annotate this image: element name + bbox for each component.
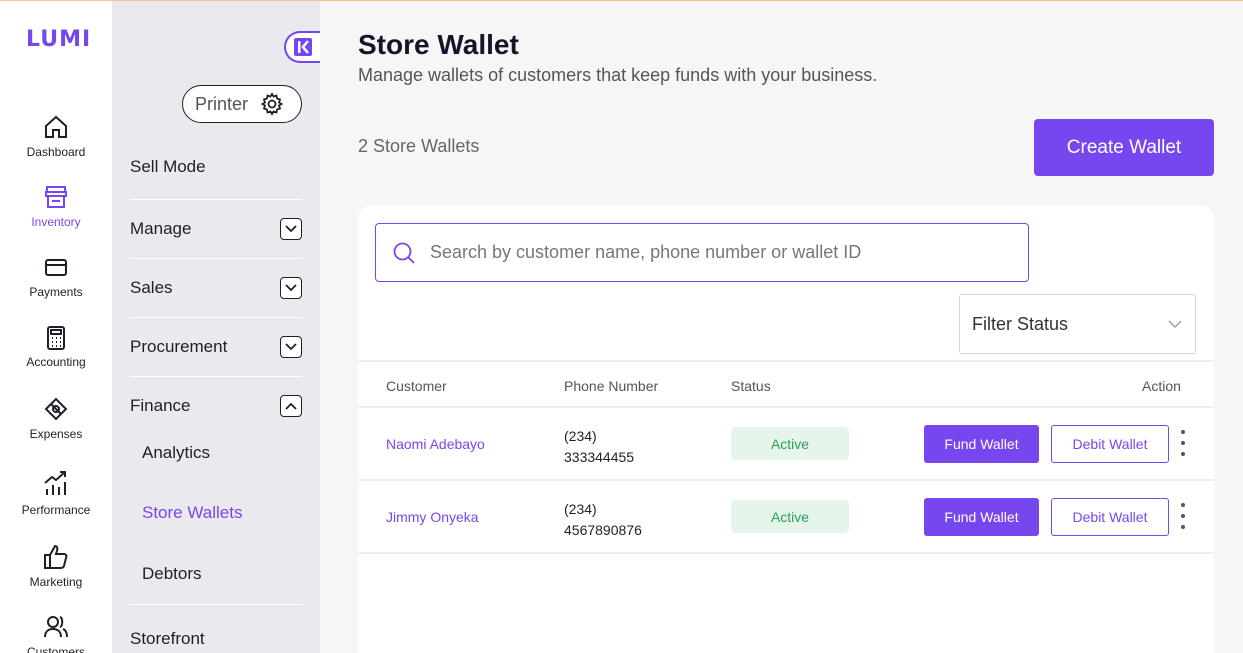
chevron-down-icon[interactable] bbox=[280, 336, 302, 358]
chart-up-icon bbox=[44, 471, 66, 495]
more-options-icon[interactable] bbox=[1176, 428, 1190, 458]
rail-item-performance[interactable]: Performance bbox=[0, 469, 112, 517]
rail-label: Performance bbox=[21, 503, 91, 517]
chevron-up-icon[interactable] bbox=[280, 395, 302, 417]
rail-item-inventory[interactable]: Inventory bbox=[0, 183, 112, 229]
phone-number: (234) 333344455 bbox=[564, 426, 634, 468]
calculator-icon bbox=[47, 326, 65, 350]
thumbs-up-icon bbox=[44, 544, 68, 569]
table-header: Customer Phone Number Status Action bbox=[358, 360, 1214, 408]
search-icon bbox=[393, 242, 415, 264]
rail-item-payments[interactable]: Payments bbox=[0, 255, 112, 299]
rail-item-marketing[interactable]: Marketing bbox=[0, 543, 112, 589]
column-header: Customer bbox=[386, 378, 447, 394]
sidebar-section-procurement[interactable]: Procurement bbox=[130, 317, 302, 376]
rail-item-customers[interactable]: Customers bbox=[0, 613, 112, 653]
sidebar-section-storefront[interactable]: Storefront bbox=[130, 629, 205, 649]
page-title: Store Wallet bbox=[358, 29, 519, 60]
section-label: Manage bbox=[130, 219, 192, 238]
store-icon bbox=[45, 186, 67, 208]
status-badge: Active bbox=[731, 500, 849, 533]
column-header: Phone Number bbox=[564, 378, 659, 394]
phone-digits: 4567890876 bbox=[564, 522, 642, 538]
printer-label: Printer bbox=[195, 93, 249, 114]
collapse-sidebar-button[interactable] bbox=[284, 31, 320, 63]
home-icon bbox=[45, 115, 67, 138]
rail-item-dashboard[interactable]: Dashboard bbox=[0, 113, 112, 159]
rail-item-accounting[interactable]: Accounting bbox=[0, 325, 112, 369]
debit-wallet-button[interactable]: Debit Wallet bbox=[1051, 425, 1169, 463]
fund-wallet-button[interactable]: Fund Wallet bbox=[924, 498, 1039, 536]
column-header: Status bbox=[731, 378, 771, 394]
sidebar-item-debtors[interactable]: Debtors bbox=[142, 564, 202, 584]
phone-code: (234) bbox=[564, 501, 597, 517]
debit-wallet-button[interactable]: Debit Wallet bbox=[1051, 498, 1169, 536]
rail-label: Accounting bbox=[26, 355, 86, 369]
search-input[interactable] bbox=[430, 242, 990, 263]
filter-status-select[interactable]: Filter Status bbox=[959, 294, 1196, 354]
chevron-down-icon bbox=[1168, 320, 1182, 329]
sidebar-section-finance[interactable]: Finance bbox=[130, 376, 302, 435]
table-row: Naomi Adebayo (234) 333344455 Active Fun… bbox=[358, 408, 1214, 481]
chevron-down-icon[interactable] bbox=[280, 277, 302, 299]
fund-wallet-button[interactable]: Fund Wallet bbox=[924, 425, 1039, 463]
status-badge: Active bbox=[731, 427, 849, 460]
section-label: Sales bbox=[130, 278, 173, 297]
rail-label: Inventory bbox=[31, 215, 81, 229]
create-wallet-button[interactable]: Create Wallet bbox=[1034, 119, 1214, 176]
printer-settings-button[interactable]: Printer bbox=[182, 85, 302, 123]
section-label: Procurement bbox=[130, 337, 228, 356]
collapse-icon bbox=[294, 38, 312, 56]
rail-label: Customers bbox=[26, 645, 85, 653]
rail-label: Expenses bbox=[29, 427, 83, 441]
customer-name-link[interactable]: Jimmy Onyeka bbox=[386, 509, 479, 525]
rail-item-expenses[interactable]: Expenses bbox=[0, 395, 112, 441]
sidebar-section-manage[interactable]: Manage bbox=[130, 199, 302, 258]
sidebar-item-analytics[interactable]: Analytics bbox=[142, 443, 210, 463]
page-subtitle: Manage wallets of customers that keep fu… bbox=[358, 65, 878, 85]
sidebar-section-sales[interactable]: Sales bbox=[130, 258, 302, 317]
customer-name-link[interactable]: Naomi Adebayo bbox=[386, 436, 485, 452]
search-box[interactable] bbox=[375, 223, 1029, 282]
rail-label: Dashboard bbox=[26, 145, 86, 159]
section-label: Finance bbox=[130, 396, 191, 415]
sidebar-item-store-wallets[interactable]: Store Wallets bbox=[142, 503, 242, 523]
wallets-card: Filter Status Customer Phone Number Stat… bbox=[358, 205, 1214, 653]
wallet-count: 2 Store Wallets bbox=[358, 136, 480, 156]
more-options-icon[interactable] bbox=[1176, 501, 1190, 531]
icon-rail: LUMI Dashboard Inventory Payments Accoun… bbox=[0, 1, 112, 653]
phone-number: (234) 4567890876 bbox=[564, 499, 642, 541]
chevron-down-icon[interactable] bbox=[280, 218, 302, 240]
card-icon bbox=[45, 259, 67, 276]
money-tag-icon bbox=[44, 397, 68, 421]
table-row: Jimmy Onyeka (234) 4567890876 Active Fun… bbox=[358, 481, 1214, 554]
gear-icon bbox=[260, 92, 284, 116]
sell-mode-link[interactable]: Sell Mode bbox=[130, 157, 206, 177]
secondary-sidebar: Printer Sell Mode Manage Sales Procureme… bbox=[112, 1, 320, 653]
filter-status-label: Filter Status bbox=[972, 313, 1069, 334]
sidebar-divider bbox=[130, 604, 302, 605]
lumi-logo[interactable]: LUMI bbox=[26, 27, 91, 52]
phone-code: (234) bbox=[564, 428, 597, 444]
rail-label: Marketing bbox=[29, 575, 83, 589]
rail-label: Payments bbox=[29, 285, 83, 299]
column-header: Action bbox=[1142, 378, 1181, 394]
users-icon bbox=[44, 616, 68, 638]
phone-digits: 333344455 bbox=[564, 449, 635, 465]
